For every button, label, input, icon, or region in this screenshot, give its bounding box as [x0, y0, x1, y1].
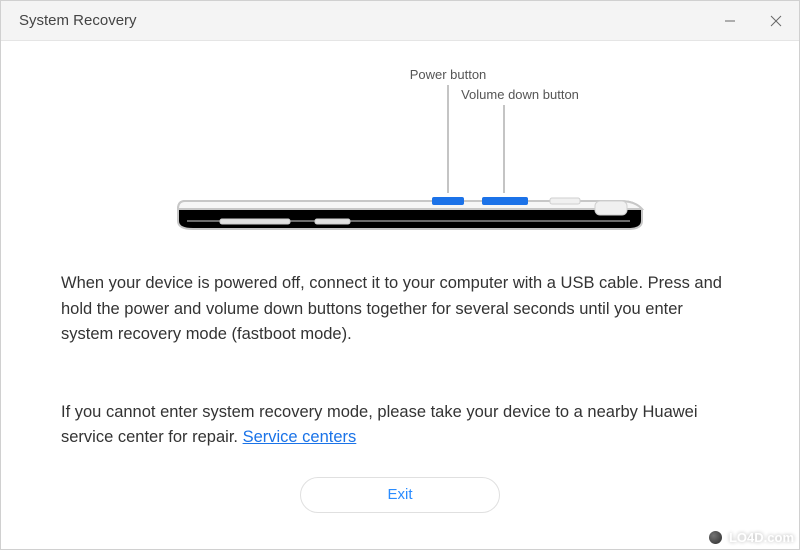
window-title: System Recovery — [19, 12, 707, 29]
content-area: Power button Volume down button — [1, 41, 799, 513]
titlebar: System Recovery — [1, 1, 799, 41]
device-diagram: Power button Volume down button — [61, 61, 739, 251]
power-button-highlight — [432, 197, 464, 205]
close-icon — [770, 15, 782, 27]
volume-down-highlight — [482, 197, 528, 205]
close-button[interactable] — [753, 1, 799, 40]
fallback-text: If you cannot enter system recovery mode… — [61, 400, 739, 451]
service-centers-link[interactable]: Service centers — [243, 428, 357, 446]
recovery-window: System Recovery Power button Volume down… — [0, 0, 800, 550]
fallback-prefix: If you cannot enter system recovery mode… — [61, 403, 698, 447]
exit-button[interactable]: Exit — [300, 477, 500, 513]
power-label-text: Power button — [410, 67, 487, 82]
titlebar-controls — [707, 1, 799, 40]
volume-label-text: Volume down button — [461, 87, 579, 102]
phone-illustration — [178, 197, 642, 229]
minimize-button[interactable] — [707, 1, 753, 40]
button-row: Exit — [61, 477, 739, 513]
minimize-icon — [724, 15, 736, 27]
instructions-text: When your device is powered off, connect… — [61, 271, 739, 348]
